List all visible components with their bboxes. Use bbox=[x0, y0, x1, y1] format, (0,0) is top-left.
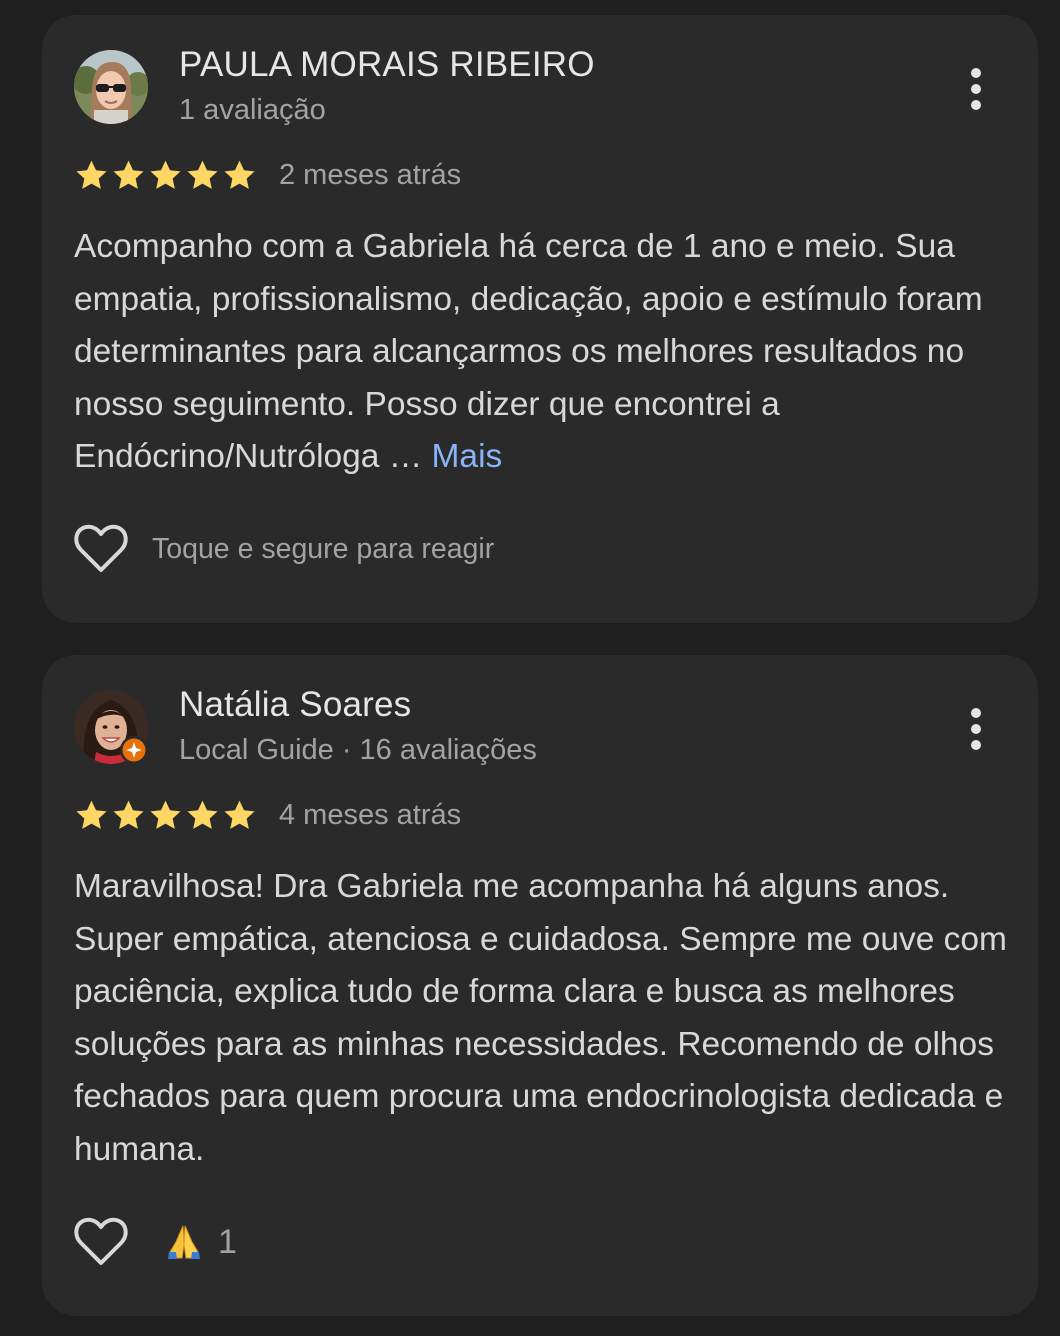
star-rating bbox=[74, 158, 257, 193]
more-link[interactable]: Mais bbox=[432, 438, 503, 475]
react-button[interactable] bbox=[74, 523, 130, 575]
reaction-row: Toque e segure para reagir bbox=[74, 523, 494, 575]
more-options-button[interactable] bbox=[948, 701, 1004, 757]
avatar[interactable] bbox=[74, 690, 148, 764]
review-text[interactable]: Maravilhosa! Dra Gabriela me acompanha h… bbox=[74, 861, 1014, 1176]
review-card: PAULA MORAIS RIBEIRO 1 avaliação 2 meses… bbox=[42, 15, 1038, 623]
star-icon bbox=[150, 800, 181, 829]
star-icon bbox=[113, 800, 144, 829]
reviews-list: PAULA MORAIS RIBEIRO 1 avaliação 2 meses… bbox=[0, 0, 1060, 1336]
review-date: 2 meses atrás bbox=[279, 158, 462, 191]
react-button[interactable] bbox=[74, 1216, 130, 1268]
star-icon bbox=[187, 800, 218, 829]
reaction-chip[interactable]: 1 bbox=[164, 1222, 237, 1262]
avatar[interactable] bbox=[74, 50, 148, 124]
heart-outline-icon bbox=[74, 1217, 128, 1265]
more-vert-icon bbox=[971, 708, 981, 750]
star-icon bbox=[76, 160, 107, 189]
rating-row: 2 meses atrás bbox=[74, 155, 461, 195]
star-icon bbox=[224, 800, 255, 829]
heart-outline-icon bbox=[74, 524, 128, 572]
react-hint: Toque e segure para reagir bbox=[152, 532, 495, 565]
local-guide-badge-icon bbox=[120, 736, 148, 764]
woman-sunglasses-avatar-icon bbox=[74, 50, 148, 124]
star-icon bbox=[187, 160, 218, 189]
review-card: Natália Soares Local Guide · 16 avaliaçõ… bbox=[42, 655, 1038, 1316]
woman-smiling-avatar-icon bbox=[74, 690, 148, 764]
folded-hands-icon bbox=[168, 1225, 200, 1259]
review-text: Acompanho com a Gabriela há cerca de 1 a… bbox=[74, 228, 983, 475]
reaction-count: 1 bbox=[218, 1222, 237, 1261]
author-name[interactable]: PAULA MORAIS RIBEIRO bbox=[179, 45, 595, 85]
review-text-block[interactable]: Acompanho com a Gabriela há cerca de 1 a… bbox=[74, 221, 1014, 484]
rating-row: 4 meses atrás bbox=[74, 795, 461, 835]
star-icon bbox=[150, 160, 181, 189]
author-meta: Local Guide · 16 avaliações bbox=[179, 734, 537, 766]
star-icon bbox=[113, 160, 144, 189]
more-vert-icon bbox=[971, 68, 981, 110]
reaction-row: 1 bbox=[74, 1216, 237, 1268]
more-options-button[interactable] bbox=[948, 61, 1004, 117]
author-name[interactable]: Natália Soares bbox=[179, 685, 411, 725]
star-icon bbox=[224, 160, 255, 189]
review-date: 4 meses atrás bbox=[279, 798, 462, 831]
star-rating bbox=[74, 798, 257, 833]
star-icon bbox=[76, 800, 107, 829]
author-meta: 1 avaliação bbox=[179, 94, 326, 126]
